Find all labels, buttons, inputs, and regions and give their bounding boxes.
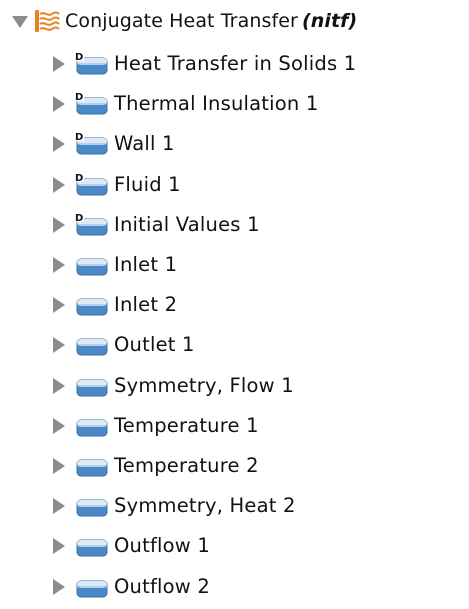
tree-node-label: Outlet 1 [114, 333, 195, 357]
boundary-node-icon [73, 372, 109, 400]
tree-node[interactable]: Inlet 1 [53, 245, 356, 285]
expand-triangle-icon[interactable] [53, 538, 65, 555]
expand-triangle-icon[interactable] [53, 457, 65, 474]
expand-triangle-icon[interactable] [53, 257, 65, 274]
tree-node[interactable]: Symmetry, Heat 2 [53, 486, 356, 526]
tree-node-label: Temperature 1 [114, 413, 259, 437]
tree-node-label: Initial Values 1 [114, 212, 260, 236]
expand-triangle-icon[interactable] [53, 578, 65, 595]
tree-node[interactable]: D Thermal Insulation 1 [53, 84, 356, 124]
root-title: Conjugate Heat Transfer [65, 10, 298, 32]
tree-node-label: Outflow 1 [114, 534, 210, 558]
expand-triangle-icon[interactable] [53, 176, 65, 193]
boundary-node-icon [73, 573, 109, 601]
default-node-icon: D [73, 90, 109, 118]
tree-node[interactable]: Outflow 1 [53, 526, 356, 566]
expand-triangle-icon[interactable] [53, 56, 65, 73]
default-node-icon: D [73, 170, 109, 199]
svg-text:D: D [75, 52, 83, 63]
tree-node-label: Inlet 2 [114, 293, 178, 317]
default-node-icon: D [73, 50, 109, 78]
tree-node[interactable]: D Fluid 1 [53, 165, 356, 205]
boundary-node-icon [73, 452, 109, 480]
expand-triangle-icon[interactable] [53, 96, 65, 113]
tree-node-label: Fluid 1 [114, 172, 181, 196]
expand-triangle-icon[interactable] [53, 297, 65, 314]
expand-triangle-icon[interactable] [53, 498, 65, 515]
tree-node[interactable]: Outflow 2 [53, 566, 356, 606]
boundary-node-icon [73, 291, 109, 319]
tree-node-label: Heat Transfer in Solids 1 [114, 52, 357, 76]
expand-triangle-icon[interactable] [12, 15, 28, 28]
tree-node[interactable]: D Wall 1 [53, 124, 356, 164]
tree-node-label: Symmetry, Flow 1 [114, 373, 294, 397]
svg-text:D: D [75, 92, 83, 103]
tree-node-label: Thermal Insulation 1 [114, 92, 319, 116]
root-label: Conjugate Heat Transfer (nitf) [65, 5, 357, 37]
tree-node[interactable]: Symmetry, Flow 1 [53, 366, 356, 406]
model-tree: Conjugate Heat Transfer (nitf) D Heat Tran… [0, 0, 469, 609]
svg-text:D: D [75, 173, 83, 184]
heat-transfer-physics-icon [35, 10, 60, 32]
tree-node[interactable]: D Initial Values 1 [53, 205, 356, 245]
tree-node-label: Temperature 2 [114, 453, 259, 477]
tree-node[interactable]: Outlet 1 [53, 325, 356, 365]
root-tag: (nitf) [301, 10, 358, 32]
boundary-node-icon [73, 331, 109, 359]
tree-node-label: Outflow 2 [114, 574, 210, 598]
tree-node[interactable]: Temperature 2 [53, 446, 356, 486]
tree-node-label: Symmetry, Heat 2 [114, 494, 296, 518]
tree-node-conjugate-heat-transfer[interactable]: Conjugate Heat Transfer (nitf) [12, 5, 357, 37]
svg-text:D: D [75, 213, 83, 224]
boundary-node-icon [73, 532, 109, 560]
default-node-icon: D [73, 130, 109, 158]
tree-node[interactable]: Inlet 2 [53, 285, 356, 325]
tree-node[interactable]: D Heat Transfer in Solids 1 [53, 44, 356, 84]
tree-node-label: Inlet 1 [114, 253, 178, 277]
expand-triangle-icon[interactable] [53, 337, 65, 354]
expand-triangle-icon[interactable] [53, 377, 65, 394]
default-node-icon: D [73, 210, 109, 239]
svg-text:D: D [75, 132, 83, 143]
tree-node-label: Wall 1 [114, 132, 175, 156]
boundary-node-icon [73, 412, 109, 440]
boundary-node-icon [73, 492, 109, 520]
expand-triangle-icon[interactable] [53, 417, 65, 434]
expand-triangle-icon[interactable] [53, 136, 65, 153]
expand-triangle-icon[interactable] [53, 216, 65, 233]
boundary-node-icon [73, 251, 109, 279]
tree-node[interactable]: Temperature 1 [53, 406, 356, 446]
tree-children: D Heat Transfer in Solids 1 D Thermal Insul… [53, 44, 356, 607]
